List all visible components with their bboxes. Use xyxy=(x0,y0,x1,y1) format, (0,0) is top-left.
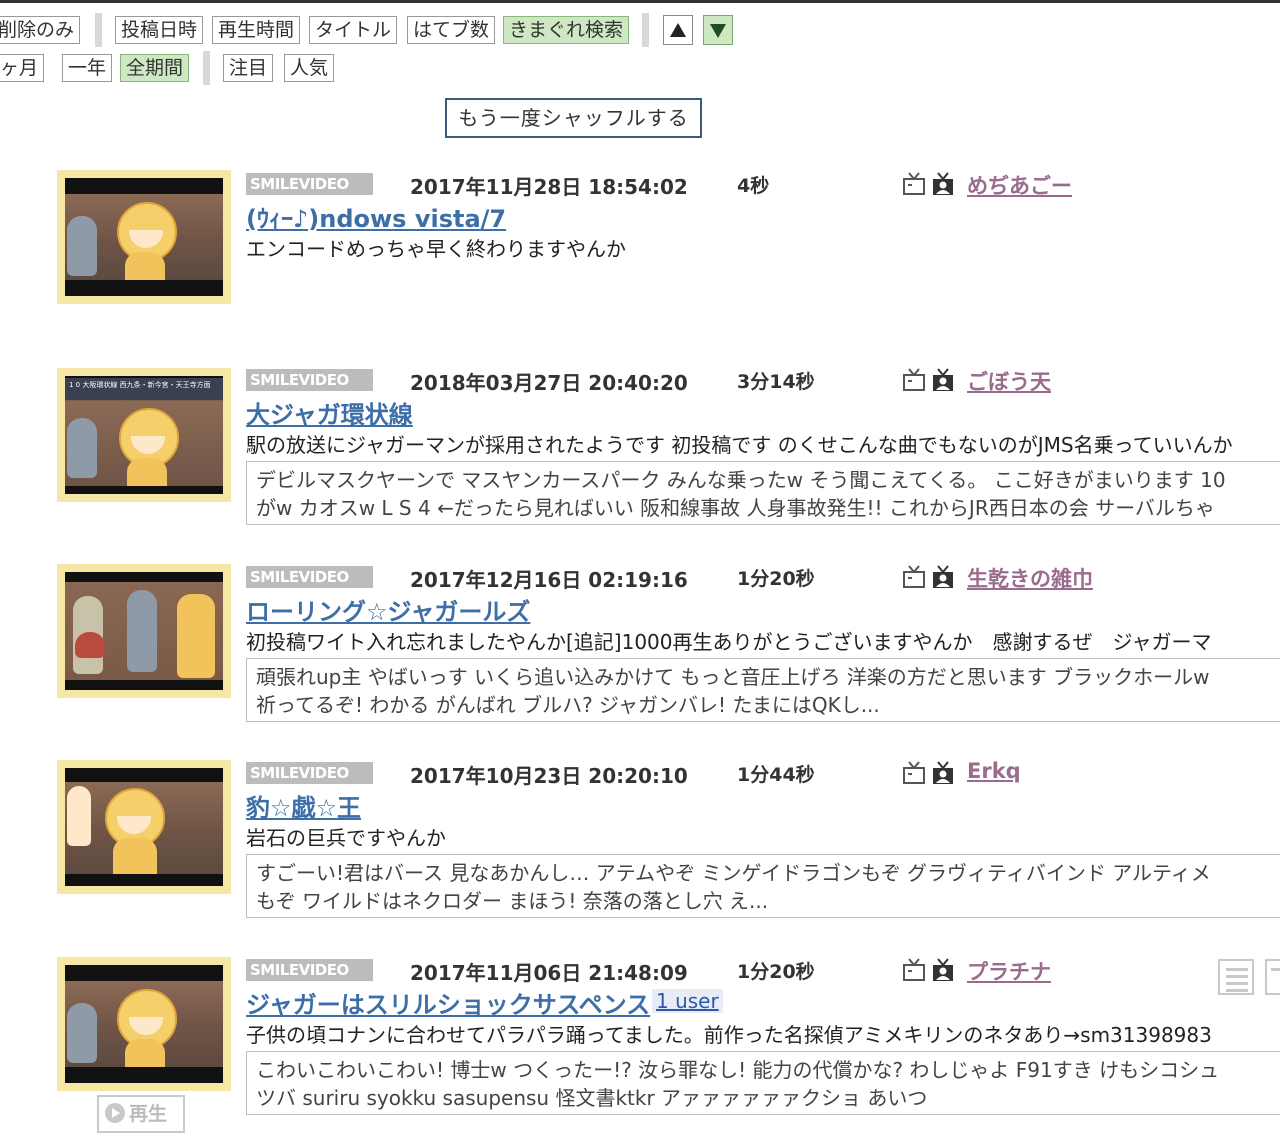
period-year-button[interactable]: 一年 xyxy=(62,54,113,82)
play-label: 再生 xyxy=(129,1103,168,1125)
uploader-link[interactable]: めぢあごー xyxy=(967,170,1072,200)
video-thumbnail[interactable]: 1 0 大阪環状線 西九条・新今宮・天王寺方面 xyxy=(57,368,231,502)
uploader-link[interactable]: 生乾きの雑巾 xyxy=(967,563,1093,593)
video-description: 駅の放送にジャガーマンが採用されたようです 初投稿です のくせこんな曲でもないの… xyxy=(246,433,1233,457)
video-title-link[interactable]: 豹☆戯☆王 xyxy=(246,788,361,823)
comment-line: デビルマスクヤーンで マスヤンカースパーク みんな乗ったw そう聞こえてくる。 … xyxy=(256,468,1226,492)
post-date: 2017年12月16日 02:19:16 xyxy=(410,568,688,592)
post-date: 2017年11月28日 18:54:02 xyxy=(410,175,688,199)
comment-preview: こわいこわいこわい! 博士w つくったー!? 汝ら罪なし! 能力の代償かな? わ… xyxy=(246,1051,1280,1115)
uploader-link[interactable]: プラチナ xyxy=(967,956,1051,986)
sort-hatebu-button[interactable]: はてブ数 xyxy=(407,16,496,44)
uploader-link[interactable]: ごぼう天 xyxy=(967,366,1051,396)
video-description: 子供の頃コナンに合わせてパラパラ踊ってました。前作った名探偵アミメキリンのネタあ… xyxy=(246,1023,1212,1047)
sort-post-date-button[interactable]: 投稿日時 xyxy=(115,16,204,44)
play-icon xyxy=(105,1103,125,1123)
video-thumbnail[interactable] xyxy=(57,564,231,698)
source-label: SMILEVIDEO xyxy=(246,369,373,391)
tv-icon[interactable] xyxy=(903,565,925,589)
post-date: 2018年03月27日 20:40:20 xyxy=(410,371,688,395)
post-date: 2017年11月06日 21:48:09 xyxy=(410,961,688,985)
comment-preview: すごーい!君はバース 見なあかんし… アテムやぞ ミンゲイドラゴンもぞ グラヴィ… xyxy=(246,854,1280,918)
duration: 1分44秒 xyxy=(737,764,815,786)
video-thumbnail[interactable] xyxy=(57,957,231,1091)
user-count-badge[interactable]: 1 user xyxy=(652,989,723,1013)
source-label: SMILEVIDEO xyxy=(246,173,373,195)
tv-icon[interactable] xyxy=(903,368,925,392)
uploader-link[interactable]: Erkq xyxy=(967,759,1021,783)
sort-title-button[interactable]: タイトル xyxy=(309,16,398,44)
shuffle-again-button[interactable]: もう一度シャッフルする xyxy=(445,98,702,138)
comment-line: 祈ってるぞ! わかる がんばれ ブルハ? ジャガンバレ! たまにはQKし... xyxy=(256,693,880,717)
filter-popular-button[interactable]: 人気 xyxy=(284,54,335,82)
duration: 3分14秒 xyxy=(737,371,815,393)
top-border xyxy=(0,0,1280,3)
user-channel-icon[interactable] xyxy=(932,368,954,392)
duration: 4秒 xyxy=(737,175,770,197)
period-all-button[interactable]: 全期間 xyxy=(120,54,190,82)
source-label: SMILEVIDEO xyxy=(246,959,373,981)
video-thumbnail[interactable] xyxy=(57,170,231,304)
comment-line: もぞ ワイルドはネクロダー まほう! 奈落の落とし穴 え... xyxy=(256,889,769,913)
video-description: エンコードめっちゃ早く終わりますやんか xyxy=(246,237,626,261)
user-channel-icon[interactable] xyxy=(932,172,954,196)
video-title-link[interactable]: ローリング☆ジャガールズ xyxy=(246,592,530,627)
comment-line: こわいこわいこわい! 博士w つくったー!? 汝ら罪なし! 能力の代償かな? わ… xyxy=(256,1058,1220,1082)
user-channel-icon[interactable] xyxy=(932,565,954,589)
video-thumbnail[interactable] xyxy=(57,760,231,894)
video-title-link[interactable]: 大ジャガ環状線 xyxy=(246,395,413,430)
video-title-link[interactable]: ジャガーはスリルショックサスペンス xyxy=(246,985,650,1020)
user-channel-icon[interactable] xyxy=(932,958,954,982)
tv-icon[interactable] xyxy=(903,958,925,982)
user-channel-icon[interactable] xyxy=(932,761,954,785)
comment-preview: デビルマスクヤーンで マスヤンカースパーク みんな乗ったw そう聞こえてくる。 … xyxy=(246,461,1280,525)
toolbar-separator xyxy=(95,13,102,47)
tv-icon[interactable] xyxy=(903,172,925,196)
tv-icon[interactable] xyxy=(903,761,925,785)
filter-attention-button[interactable]: 注目 xyxy=(223,54,274,82)
period-month-button[interactable]: ヶ月 xyxy=(0,54,45,82)
detail-view-icon[interactable] xyxy=(1265,959,1280,995)
source-label: SMILEVIDEO xyxy=(246,566,373,588)
station-sign-caption: 1 0 大阪環状線 西九条・新今宮・天王寺方面 xyxy=(69,381,211,389)
sort-descending-button[interactable] xyxy=(703,15,733,45)
video-description: 初投稿ワイト入れ忘れましたやんか[追記]1000再生ありがとうございますやんか … xyxy=(246,630,1212,654)
comment-line: 頑張れup主 やばいっす いくら追い込みかけて もっと音圧上げろ 洋楽の方だと思… xyxy=(256,665,1210,689)
sort-play-time-button[interactable]: 再生時間 xyxy=(212,16,301,44)
sort-ascending-button[interactable] xyxy=(663,15,693,45)
toolbar-separator xyxy=(203,51,210,85)
source-label: SMILEVIDEO xyxy=(246,762,373,784)
list-view-icon[interactable] xyxy=(1218,959,1254,995)
filter-deleted-only-button[interactable]: 削除のみ xyxy=(0,16,81,44)
triangle-down-icon xyxy=(710,24,726,38)
comment-line: ツバ suriru syokku sasupensu 怪文書ktkr アァァァァ… xyxy=(256,1086,928,1110)
comment-line: すごーい!君はバース 見なあかんし… アテムやぞ ミンゲイドラゴンもぞ グラヴィ… xyxy=(256,861,1211,885)
comment-line: がw カオスw L S 4 ←だったら見ればいい 阪和線事故 人身事故発生!! … xyxy=(256,496,1215,520)
video-description: 岩石の巨兵ですやんか xyxy=(246,826,446,850)
comment-preview: 頑張れup主 やばいっす いくら追い込みかけて もっと音圧上げろ 洋楽の方だと思… xyxy=(246,658,1280,722)
post-date: 2017年10月23日 20:20:10 xyxy=(410,764,688,788)
duration: 1分20秒 xyxy=(737,961,815,983)
toolbar-separator xyxy=(642,13,649,47)
duration: 1分20秒 xyxy=(737,568,815,590)
play-button[interactable]: 再生 xyxy=(97,1095,185,1133)
sort-random-search-button[interactable]: きまぐれ検索 xyxy=(503,16,630,44)
triangle-up-icon xyxy=(670,23,686,37)
video-title-link[interactable]: (ｳｨｰ♪)ndows vista/7 xyxy=(246,199,506,234)
